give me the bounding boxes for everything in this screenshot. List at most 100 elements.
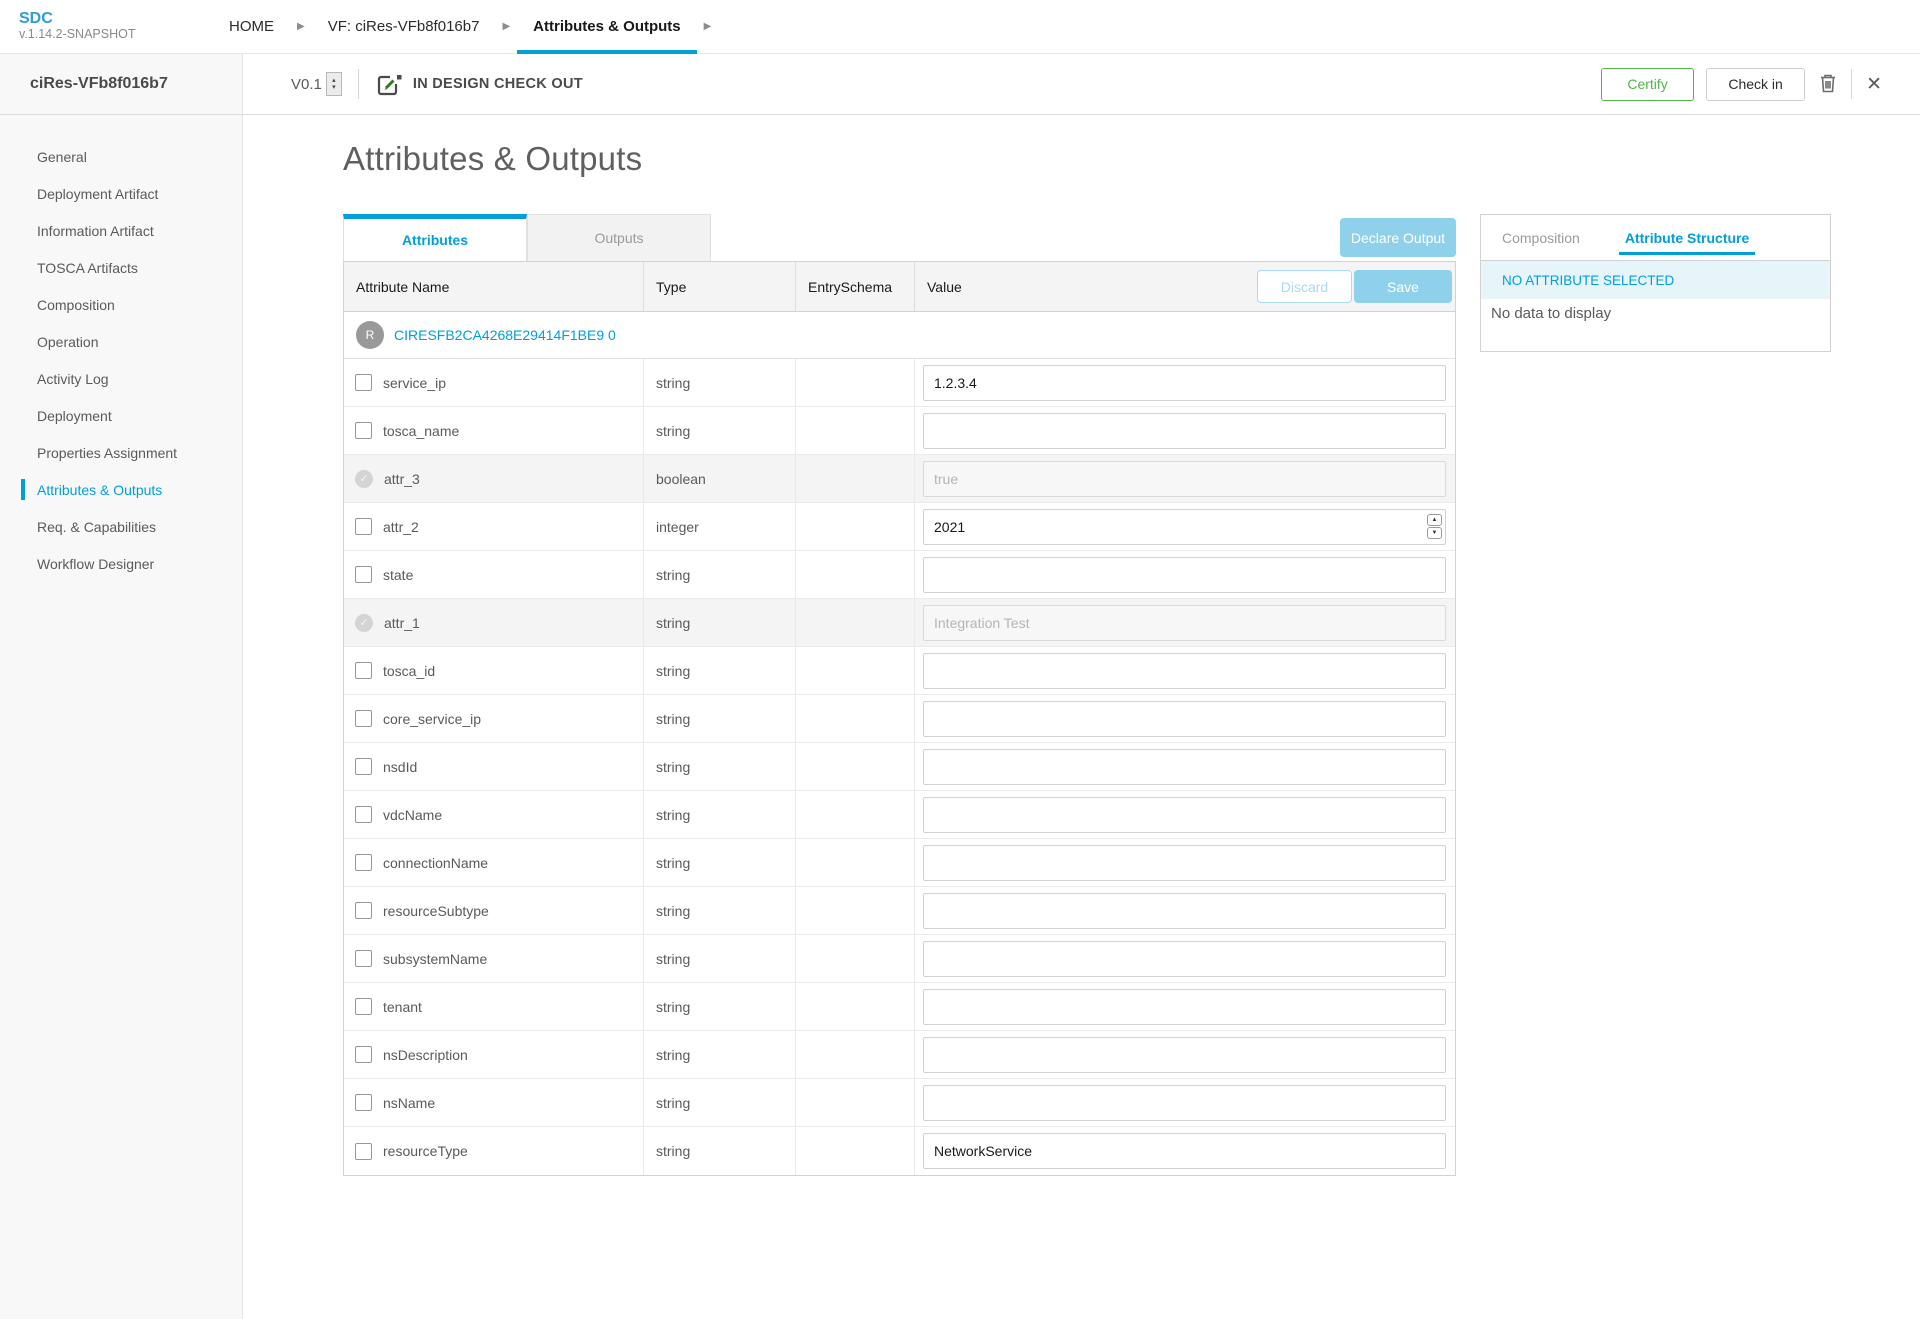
table-row: ✓ attr_1 string ▲▼ xyxy=(344,599,1455,647)
row-checkbox[interactable] xyxy=(355,1094,372,1111)
table-row: ✓ state string ▲▼ xyxy=(344,551,1455,599)
close-button[interactable]: ✕ xyxy=(1852,73,1896,96)
sidebar-item-deployment-artifact[interactable]: Deployment Artifact xyxy=(0,175,242,212)
spinner-up-icon[interactable]: ▲ xyxy=(1427,513,1442,526)
value-input[interactable] xyxy=(923,988,1446,1025)
table-row: ✓ service_ip string ▲▼ xyxy=(344,359,1455,407)
table-row: ✓ tenant string ▲▼ xyxy=(344,983,1455,1031)
content: Attributes & Outputs Attributes Outputs … xyxy=(243,115,1920,1319)
breadcrumb-item-vf-cires-vfb8f016b7[interactable]: VF: ciRes-VFb8f016b7 xyxy=(312,0,496,53)
logo-version: v.1.14.2-SNAPSHOT xyxy=(19,27,136,41)
sidebar-item-label: Req. & Capabilities xyxy=(37,518,157,535)
value-input[interactable] xyxy=(923,1036,1446,1073)
attribute-entryschema xyxy=(796,359,915,406)
row-checkbox[interactable] xyxy=(355,806,372,823)
row-checkbox[interactable] xyxy=(355,566,372,583)
value-input[interactable] xyxy=(923,748,1446,785)
sidebar-item-information-artifact[interactable]: Information Artifact xyxy=(0,212,242,249)
value-input[interactable] xyxy=(923,1133,1446,1169)
column-header-value: Value Discard Save xyxy=(915,262,1455,311)
logo-title: SDC xyxy=(19,10,53,27)
row-checkbox[interactable] xyxy=(355,854,372,871)
chevron-right-icon: ▶ xyxy=(297,21,305,32)
tab-attributes[interactable]: Attributes xyxy=(343,214,527,261)
attribute-name: attr_3 xyxy=(384,470,420,487)
table-row: ✓ tosca_id string ▲▼ xyxy=(344,647,1455,695)
value-input[interactable] xyxy=(923,700,1446,737)
value-input[interactable] xyxy=(923,796,1446,833)
sidebar-item-general[interactable]: General xyxy=(0,138,242,175)
certify-button[interactable]: Certify xyxy=(1601,67,1695,101)
discard-button[interactable]: Discard xyxy=(1257,270,1352,303)
value-input[interactable] xyxy=(923,892,1446,929)
sidebar-item-tosca-artifacts[interactable]: TOSCA Artifacts xyxy=(0,249,242,286)
tab-outputs[interactable]: Outputs xyxy=(527,214,711,261)
value-input[interactable] xyxy=(923,508,1446,545)
table-header: Attribute Name Type EntrySchema Value Di… xyxy=(344,262,1455,312)
value-input[interactable] xyxy=(923,940,1446,977)
table-row: ✓ subsystemName string ▲▼ xyxy=(344,935,1455,983)
sidebar-item-properties-assignment[interactable]: Properties Assignment xyxy=(0,434,242,471)
value-input[interactable] xyxy=(923,1084,1446,1121)
value-input[interactable] xyxy=(923,604,1446,641)
value-input[interactable] xyxy=(923,844,1446,881)
delete-button[interactable] xyxy=(1805,73,1851,96)
trash-icon xyxy=(1819,73,1837,96)
row-checkbox[interactable] xyxy=(355,902,372,919)
row-checkbox[interactable] xyxy=(355,950,372,967)
sidebar-item-req-capabilities[interactable]: Req. & Capabilities xyxy=(0,508,242,545)
sidebar-nav: General Deployment Artifact Information … xyxy=(0,115,242,582)
spinner-up-icon[interactable]: ▴ xyxy=(332,77,336,84)
divider xyxy=(357,69,359,99)
sidebar-item-activity-log[interactable]: Activity Log xyxy=(0,360,242,397)
sidebar-item-workflow-designer[interactable]: Workflow Designer xyxy=(0,545,242,582)
sidebar-item-composition[interactable]: Composition xyxy=(0,286,242,323)
tab-composition[interactable]: Composition xyxy=(1502,215,1580,260)
attribute-name: connectionName xyxy=(383,854,489,871)
spinner-down-icon[interactable]: ▼ xyxy=(1427,526,1442,539)
sidebar-item-label: Attributes & Outputs xyxy=(37,481,163,498)
attribute-type: boolean xyxy=(644,455,796,502)
declare-output-button[interactable]: Declare Output xyxy=(1340,218,1456,257)
attribute-name: attr_2 xyxy=(383,518,419,535)
value-input[interactable] xyxy=(923,412,1446,449)
row-checkbox[interactable] xyxy=(355,518,372,535)
sidebar-item-deployment[interactable]: Deployment xyxy=(0,397,242,434)
value-input[interactable] xyxy=(923,460,1446,497)
row-checkbox[interactable] xyxy=(355,710,372,727)
sidebar-item-attributes-outputs[interactable]: Attributes & Outputs xyxy=(0,471,242,508)
row-checkbox[interactable] xyxy=(355,1046,372,1063)
resource-group-link[interactable]: CIRESFB2CA4268E29414F1BE9 0 xyxy=(394,327,616,343)
row-checkbox[interactable] xyxy=(355,998,372,1015)
row-checkbox[interactable] xyxy=(355,374,372,391)
row-checkbox[interactable] xyxy=(355,1142,372,1160)
no-attribute-selected-banner: NO ATTRIBUTE SELECTED xyxy=(1481,261,1830,299)
attribute-type: string xyxy=(644,1031,796,1078)
breadcrumb-item-home[interactable]: HOME xyxy=(213,0,290,53)
tab-attribute-structure[interactable]: Attribute Structure xyxy=(1618,215,1756,260)
row-checkbox[interactable] xyxy=(355,662,372,679)
version-spinner[interactable]: ▴ ▾ xyxy=(325,72,342,96)
value-input[interactable] xyxy=(923,652,1446,689)
attribute-entryschema xyxy=(796,839,915,886)
attribute-type: string xyxy=(644,983,796,1030)
attribute-name: vdcName xyxy=(383,806,443,823)
row-checkbox[interactable] xyxy=(355,422,372,439)
empty-message: No data to display xyxy=(1481,299,1830,351)
table-row: ✓ tosca_name string ▲▼ xyxy=(344,407,1455,455)
sidebar-item-operation[interactable]: Operation xyxy=(0,323,242,360)
breadcrumb-item-label: VF: ciRes-VFb8f016b7 xyxy=(327,18,480,35)
row-checkbox[interactable] xyxy=(355,758,372,775)
value-input[interactable] xyxy=(923,556,1446,593)
breadcrumb-item-attributes-outputs[interactable]: Attributes & Outputs xyxy=(517,0,697,54)
app-logo: SDC v.1.14.2-SNAPSHOT xyxy=(0,0,213,53)
save-button[interactable]: Save xyxy=(1354,270,1452,303)
value-input[interactable] xyxy=(923,364,1446,401)
spinner-down-icon[interactable]: ▾ xyxy=(332,84,336,91)
table-body: ✓ service_ip string ▲▼ ✓ tosca_name stri… xyxy=(344,359,1455,1175)
checkin-button[interactable]: Check in xyxy=(1706,67,1806,101)
attribute-entryschema xyxy=(796,791,915,838)
sidebar-item-label: Workflow Designer xyxy=(37,555,155,572)
sidebar-item-label: Deployment Artifact xyxy=(37,185,159,202)
number-spinner[interactable]: ▲ ▼ xyxy=(1427,513,1442,539)
